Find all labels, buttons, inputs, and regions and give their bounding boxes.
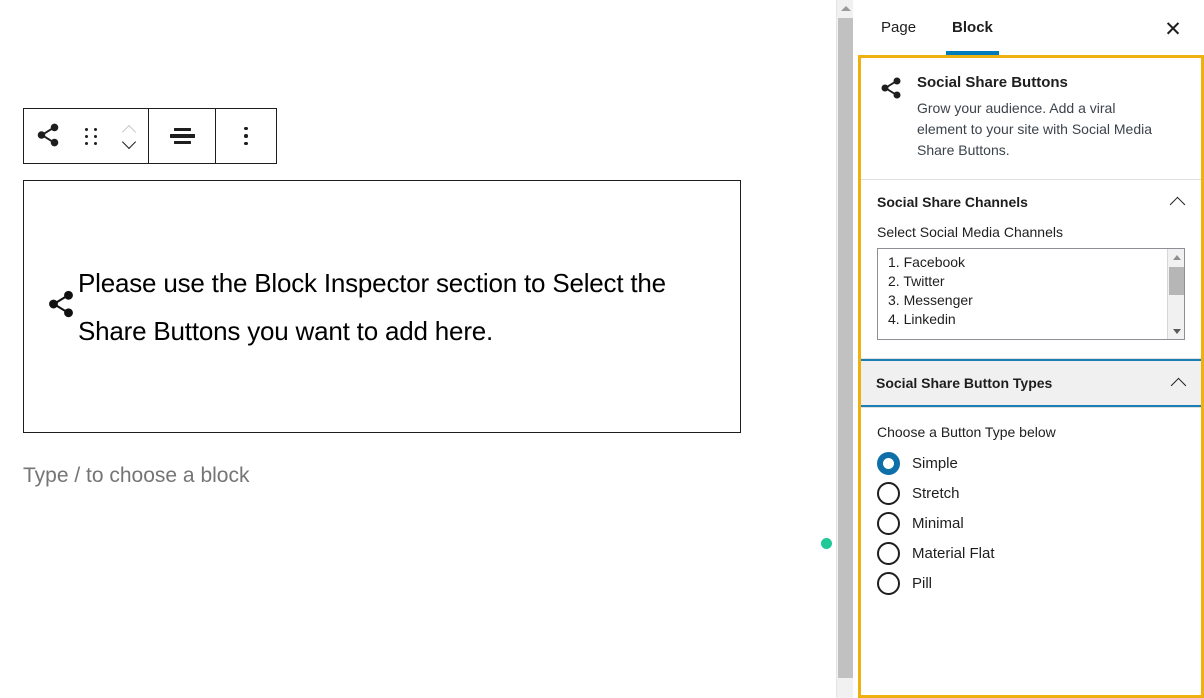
scroll-up-arrow-icon[interactable] [837, 0, 854, 17]
editor-canvas: Please use the Block Inspector section t… [0, 0, 832, 698]
radio-option-minimal[interactable]: Minimal [877, 512, 1185, 535]
radio-option-material-flat[interactable]: Material Flat [877, 542, 1185, 565]
drag-handle-button[interactable] [72, 109, 110, 163]
block-summary-text: Social Share Buttons Grow your audience.… [917, 74, 1152, 161]
block-description: Grow your audience. Add a viral element … [917, 100, 1152, 158]
page-scrollbar[interactable] [836, 0, 853, 698]
select-channels-label: Select Social Media Channels [877, 224, 1063, 240]
radio-icon-checked[interactable] [877, 452, 900, 475]
panel-social-share-channels: Social Share Channels Select Social Medi… [861, 180, 1201, 359]
inspector-highlight-region: Social Share Buttons Grow your audience.… [858, 55, 1204, 698]
chevron-up-icon [1172, 379, 1186, 388]
scroll-down-arrow-icon[interactable] [1168, 323, 1184, 339]
channel-option-list: 1. Facebook 2. Twitter 3. Messenger 4. L… [878, 249, 1184, 328]
panel-social-share-button-types: Social Share Button Types [861, 359, 1201, 408]
block-content: Please use the Block Inspector section t… [24, 259, 740, 355]
sidebar-tabs: Page Block [863, 0, 1011, 55]
block-summary-card: Social Share Buttons Grow your audience.… [861, 58, 1201, 180]
listbox-scrollbar-thumb[interactable] [1169, 267, 1184, 295]
radio-label: Pill [912, 575, 933, 592]
panel-body-social-share-button-types: Choose a Button Type below Simple Stretc… [861, 408, 1201, 620]
panel-title: Social Share Channels [877, 194, 1028, 210]
block-mover[interactable] [110, 109, 148, 163]
block-toolbar [23, 108, 277, 164]
radio-option-simple[interactable]: Simple [877, 452, 1185, 475]
chevron-down-icon[interactable] [123, 139, 136, 147]
block-title: Social Share Buttons [917, 74, 1068, 91]
toolbar-group-block [24, 109, 148, 163]
cursor-indicator-dot [821, 538, 832, 549]
radio-label: Stretch [912, 485, 960, 502]
sidebar-header: Page Block ✕ [853, 0, 1204, 55]
more-options-button[interactable] [216, 109, 276, 163]
social-media-channels-listbox[interactable]: 1. Facebook 2. Twitter 3. Messenger 4. L… [877, 248, 1185, 340]
radio-label: Simple [912, 455, 958, 472]
panel-body-social-share-channels: Select Social Media Channels 1. Facebook… [861, 224, 1201, 358]
tab-page[interactable]: Page [863, 0, 934, 55]
scroll-up-arrow-icon[interactable] [1168, 249, 1184, 265]
radio-icon[interactable] [877, 512, 900, 535]
list-item[interactable]: 4. Linkedin [878, 309, 1184, 328]
chevron-up-icon[interactable] [123, 126, 136, 134]
drag-handle-icon [84, 127, 98, 145]
list-item[interactable]: 2. Twitter [878, 271, 1184, 290]
more-options-icon [244, 126, 248, 146]
share-icon [46, 289, 76, 324]
toolbar-group-more [215, 109, 276, 163]
toolbar-group-align [148, 109, 215, 163]
block-text[interactable]: Please use the Block Inspector section t… [78, 259, 718, 355]
list-item[interactable]: 1. Facebook [878, 252, 1184, 271]
radio-option-pill[interactable]: Pill [877, 572, 1185, 595]
radio-icon[interactable] [877, 482, 900, 505]
close-icon[interactable]: ✕ [1156, 12, 1190, 46]
radio-label: Material Flat [912, 545, 995, 562]
radio-icon[interactable] [877, 572, 900, 595]
chevron-up-icon [1171, 198, 1185, 207]
page-scrollbar-thumb[interactable] [838, 18, 853, 678]
choose-button-type-label: Choose a Button Type below [877, 424, 1056, 440]
align-center-icon [169, 128, 195, 144]
listbox-scrollbar[interactable] [1167, 249, 1184, 339]
panel-title: Social Share Button Types [876, 375, 1053, 391]
share-icon [35, 122, 61, 151]
app-root: Please use the Block Inspector section t… [0, 0, 1204, 698]
social-share-block[interactable]: Please use the Block Inspector section t… [23, 180, 741, 433]
share-icon [879, 74, 903, 161]
radio-option-stretch[interactable]: Stretch [877, 482, 1185, 505]
radio-label: Minimal [912, 515, 964, 532]
empty-paragraph-placeholder[interactable]: Type / to choose a block [23, 464, 249, 488]
list-item[interactable]: 3. Messenger [878, 290, 1184, 309]
radio-icon[interactable] [877, 542, 900, 565]
tab-block[interactable]: Block [934, 0, 1011, 55]
block-inspector-sidebar: Page Block ✕ Social Share Buttons Grow y… [853, 0, 1204, 698]
align-center-button[interactable] [149, 109, 215, 163]
block-type-share-button[interactable] [24, 109, 72, 163]
panel-toggle-social-share-channels[interactable]: Social Share Channels [861, 180, 1201, 224]
panel-toggle-social-share-button-types[interactable]: Social Share Button Types [861, 359, 1201, 407]
